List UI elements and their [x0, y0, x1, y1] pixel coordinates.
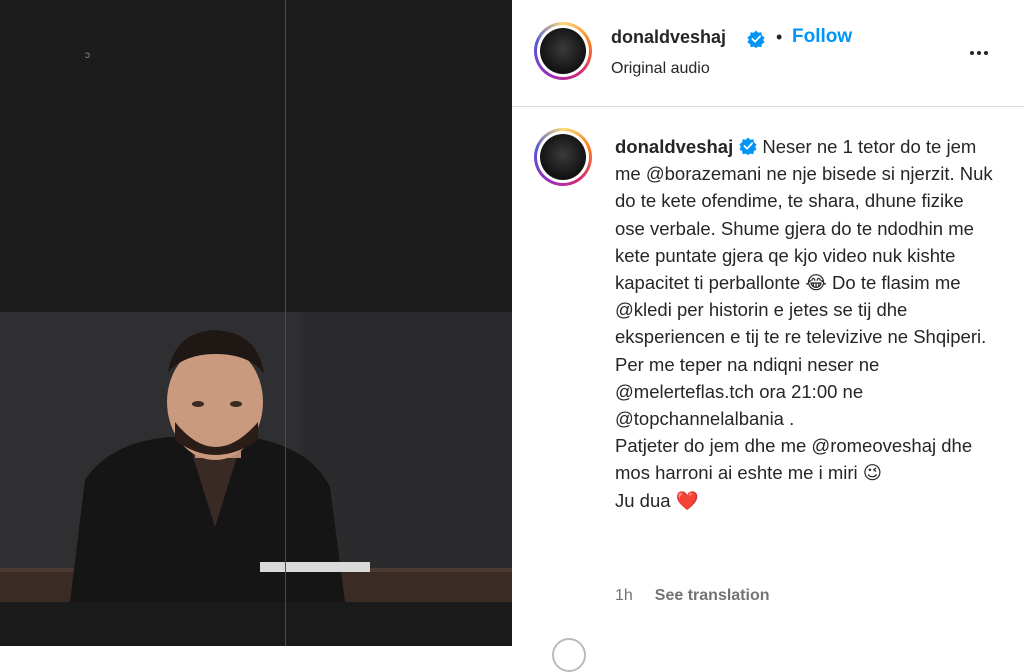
more-options-icon[interactable] [970, 42, 996, 55]
panel-seam [285, 0, 286, 646]
caption-emoji: 😉 [862, 462, 883, 484]
caption-text: Neser ne 1 tetor do te jem me @borazeman… [615, 136, 993, 511]
caption-text-segment: Ju dua [615, 489, 676, 511]
post-meta: 1h See translation [615, 587, 770, 605]
caption-emoji: 😂 [805, 272, 827, 294]
caption-mention-link[interactable]: @kledi [615, 299, 672, 320]
dot-separator: • [776, 27, 783, 47]
verified-badge-icon [739, 137, 757, 155]
caption-mention-link[interactable]: @romeoveshaj [811, 435, 936, 456]
post-header: donaldveshaj • Follow Original audio [512, 0, 1024, 107]
video-still-image [0, 312, 512, 602]
author-username[interactable]: donaldveshaj [611, 27, 726, 48]
caption-mention-link[interactable]: @melerteflas.tch [615, 381, 754, 402]
follow-button[interactable]: Follow [792, 26, 852, 48]
caption-text-segment: Patjeter do jem dhe me [615, 435, 812, 457]
verified-badge-icon [747, 30, 765, 48]
caption-author-avatar[interactable] [534, 128, 592, 186]
video-player[interactable]: ↄ [0, 0, 512, 646]
post-timestamp[interactable]: 1h [615, 587, 633, 604]
comment-avatar [552, 638, 586, 672]
video-frame [0, 312, 512, 602]
caption-username[interactable]: donaldveshaj [615, 136, 733, 157]
post-details-panel: donaldveshaj • Follow Original audio don… [512, 0, 1024, 672]
audio-label[interactable]: Original audio [611, 60, 710, 78]
caption-mention-link[interactable]: @borazemani [646, 163, 761, 184]
caption-text-segment: Do te flasim me [826, 272, 961, 294]
post-caption: donaldveshaj Neser ne 1 tetor do te jem … [615, 133, 995, 514]
caption-text-segment: . [783, 408, 795, 430]
caption-emoji: ❤️ [675, 489, 699, 511]
video-corner-mark: ↄ [85, 50, 90, 61]
see-translation-button[interactable]: See translation [655, 587, 770, 604]
avatar-image [540, 134, 586, 180]
caption-text-segment: ora 21:00 ne [754, 380, 864, 402]
video-letterbox-top [0, 0, 512, 312]
caption-mention-link[interactable]: @topchannelalbania [615, 408, 784, 429]
avatar-image [540, 28, 586, 74]
author-avatar[interactable] [534, 22, 592, 80]
video-letterbox-bottom [0, 602, 512, 646]
